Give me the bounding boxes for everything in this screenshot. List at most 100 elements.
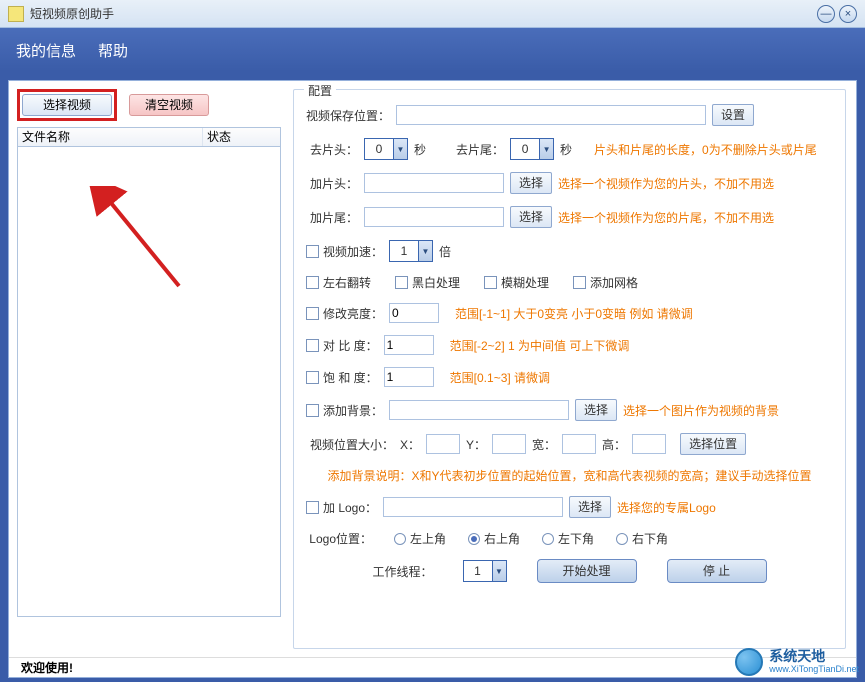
add-tail-input[interactable] <box>364 207 504 227</box>
chevron-down-icon: ▼ <box>393 139 407 159</box>
grid-checkbox[interactable]: 添加网格 <box>573 274 638 291</box>
pos-h-input[interactable] <box>632 434 666 454</box>
pos-x-label: X： <box>400 436 420 453</box>
row-pos: 视频位置大小： X： Y： 宽： 高： 选择位置 <box>306 433 833 455</box>
set-path-button[interactable]: 设置 <box>712 104 754 126</box>
cut-head-label: 去片头： <box>306 141 358 158</box>
welcome-text: 欢迎使用! <box>21 659 73 676</box>
content-row: 选择视频 清空视频 文件名称 状态 配置 <box>9 81 856 657</box>
bg-note: 添加背景说明：X和Y代表初步位置的起始位置，宽和高代表视频的宽高；建议手动选择位… <box>327 467 811 484</box>
flip-checkbox[interactable]: 左右翻转 <box>306 274 371 291</box>
main-wrap: 选择视频 清空视频 文件名称 状态 配置 <box>0 72 865 682</box>
sec-label-2: 秒 <box>560 141 572 158</box>
row-logo-pos: Logo位置： 左上角 右上角 左下角 右下角 <box>306 530 833 547</box>
logo-br-radio[interactable]: 右下角 <box>616 530 668 547</box>
title-bar: 短视频原创助手 — × <box>0 0 865 28</box>
contrast-input[interactable] <box>384 335 434 355</box>
bg-input[interactable] <box>389 400 569 420</box>
menu-help[interactable]: 帮助 <box>98 40 128 61</box>
contrast-checkbox[interactable]: 对 比 度： <box>306 337 378 354</box>
config-group: 配置 视频保存位置： 设置 去片头： 0▼ 秒 去片尾： 0▼ 秒 <box>293 89 846 649</box>
left-buttons: 选择视频 清空视频 <box>17 89 281 121</box>
config-legend: 配置 <box>304 82 336 99</box>
threads-label: 工作线程： <box>372 563 432 580</box>
row-add-tail: 加片尾： 选择 选择一个视频作为您的片尾，不加不用选 <box>306 206 833 228</box>
add-head-label: 加片头： <box>306 175 358 192</box>
window-title: 短视频原创助手 <box>30 5 817 22</box>
logo-choose-button[interactable]: 选择 <box>569 496 611 518</box>
row-run: 工作线程： 1▼ 开始处理 停 止 <box>306 559 833 583</box>
menu-bar: 我的信息 帮助 <box>0 28 865 72</box>
pos-w-label: 宽： <box>532 436 556 453</box>
start-button[interactable]: 开始处理 <box>537 559 637 583</box>
row-saturation: 饱 和 度： 范围[0.1~3] 请微调 <box>306 367 833 387</box>
file-table-body <box>17 147 281 617</box>
pos-w-input[interactable] <box>562 434 596 454</box>
sec-label-1: 秒 <box>414 141 426 158</box>
clear-video-button[interactable]: 清空视频 <box>129 94 209 116</box>
col-status: 状态 <box>203 128 280 146</box>
row-save-path: 视频保存位置： 设置 <box>306 104 833 126</box>
left-panel: 选择视频 清空视频 文件名称 状态 <box>9 81 289 657</box>
logo-input[interactable] <box>383 497 563 517</box>
accel-checkbox[interactable]: 视频加速： <box>306 243 383 260</box>
brightness-input[interactable] <box>389 303 439 323</box>
pos-label: 视频位置大小： <box>306 436 394 453</box>
close-button[interactable]: × <box>839 5 857 23</box>
threads-select[interactable]: 1▼ <box>463 560 507 582</box>
saturation-input[interactable] <box>384 367 434 387</box>
row-cut: 去片头： 0▼ 秒 去片尾： 0▼ 秒 片头和片尾的长度，0为不删除片头或片尾 <box>306 138 833 160</box>
menu-my-info[interactable]: 我的信息 <box>16 40 76 61</box>
watermark-line2: www.XiTongTianDi.net <box>769 665 859 675</box>
pos-y-input[interactable] <box>492 434 526 454</box>
choose-pos-button[interactable]: 选择位置 <box>680 433 746 455</box>
add-head-input[interactable] <box>364 173 504 193</box>
add-tail-hint: 选择一个视频作为您的片尾，不加不用选 <box>558 209 774 226</box>
row-logo: 加 Logo： 选择 选择您的专属Logo <box>306 496 833 518</box>
save-path-input[interactable] <box>396 105 706 125</box>
app-icon <box>8 6 24 22</box>
logo-tr-radio[interactable]: 右上角 <box>468 530 520 547</box>
cut-tail-label: 去片尾： <box>456 141 504 158</box>
logo-pos-label: Logo位置： <box>306 530 372 547</box>
row-bg-note: 添加背景说明：X和Y代表初步位置的起始位置，宽和高代表视频的宽高；建议手动选择位… <box>306 467 833 484</box>
save-path-label: 视频保存位置： <box>306 107 390 124</box>
pos-x-input[interactable] <box>426 434 460 454</box>
stop-button[interactable]: 停 止 <box>667 559 767 583</box>
accel-select[interactable]: 1▼ <box>389 240 433 262</box>
add-head-choose-button[interactable]: 选择 <box>510 172 552 194</box>
col-filename: 文件名称 <box>18 128 203 146</box>
watermark-logo-icon <box>735 648 763 676</box>
add-head-hint: 选择一个视频作为您的片头，不加不用选 <box>558 175 774 192</box>
logo-bl-radio[interactable]: 左下角 <box>542 530 594 547</box>
blur-checkbox[interactable]: 模糊处理 <box>484 274 549 291</box>
logo-tl-radio[interactable]: 左上角 <box>394 530 446 547</box>
cut-hint: 片头和片尾的长度，0为不删除片头或片尾 <box>594 141 817 158</box>
brightness-checkbox[interactable]: 修改亮度： <box>306 305 383 322</box>
highlight-box: 选择视频 <box>17 89 117 121</box>
brightness-hint: 范围[-1~1] 大于0变亮 小于0变暗 例如 请微调 <box>455 305 693 322</box>
footer: 欢迎使用! <box>9 657 856 677</box>
select-video-button[interactable]: 选择视频 <box>22 94 112 116</box>
chevron-down-icon: ▼ <box>492 561 506 581</box>
inner-panel: 选择视频 清空视频 文件名称 状态 配置 <box>8 80 857 678</box>
bg-choose-button[interactable]: 选择 <box>575 399 617 421</box>
saturation-checkbox[interactable]: 饱 和 度： <box>306 369 378 386</box>
row-brightness: 修改亮度： 范围[-1~1] 大于0变亮 小于0变暗 例如 请微调 <box>306 303 833 323</box>
cut-tail-select[interactable]: 0▼ <box>510 138 554 160</box>
watermark: 系统天地 www.XiTongTianDi.net <box>735 648 859 676</box>
add-tail-choose-button[interactable]: 选择 <box>510 206 552 228</box>
minimize-button[interactable]: — <box>817 5 835 23</box>
add-tail-label: 加片尾： <box>306 209 358 226</box>
bg-checkbox[interactable]: 添加背景： <box>306 402 383 419</box>
cut-head-select[interactable]: 0▼ <box>364 138 408 160</box>
row-bg: 添加背景： 选择 选择一个图片作为视频的背景 <box>306 399 833 421</box>
pos-h-label: 高： <box>602 436 626 453</box>
bw-checkbox[interactable]: 黑白处理 <box>395 274 460 291</box>
row-contrast: 对 比 度： 范围[-2~2] 1 为中间值 可上下微调 <box>306 335 833 355</box>
chevron-down-icon: ▼ <box>418 241 432 261</box>
watermark-text: 系统天地 www.XiTongTianDi.net <box>769 649 859 674</box>
window-buttons: — × <box>817 5 857 23</box>
logo-checkbox[interactable]: 加 Logo： <box>306 499 377 516</box>
row-add-head: 加片头： 选择 选择一个视频作为您的片头，不加不用选 <box>306 172 833 194</box>
